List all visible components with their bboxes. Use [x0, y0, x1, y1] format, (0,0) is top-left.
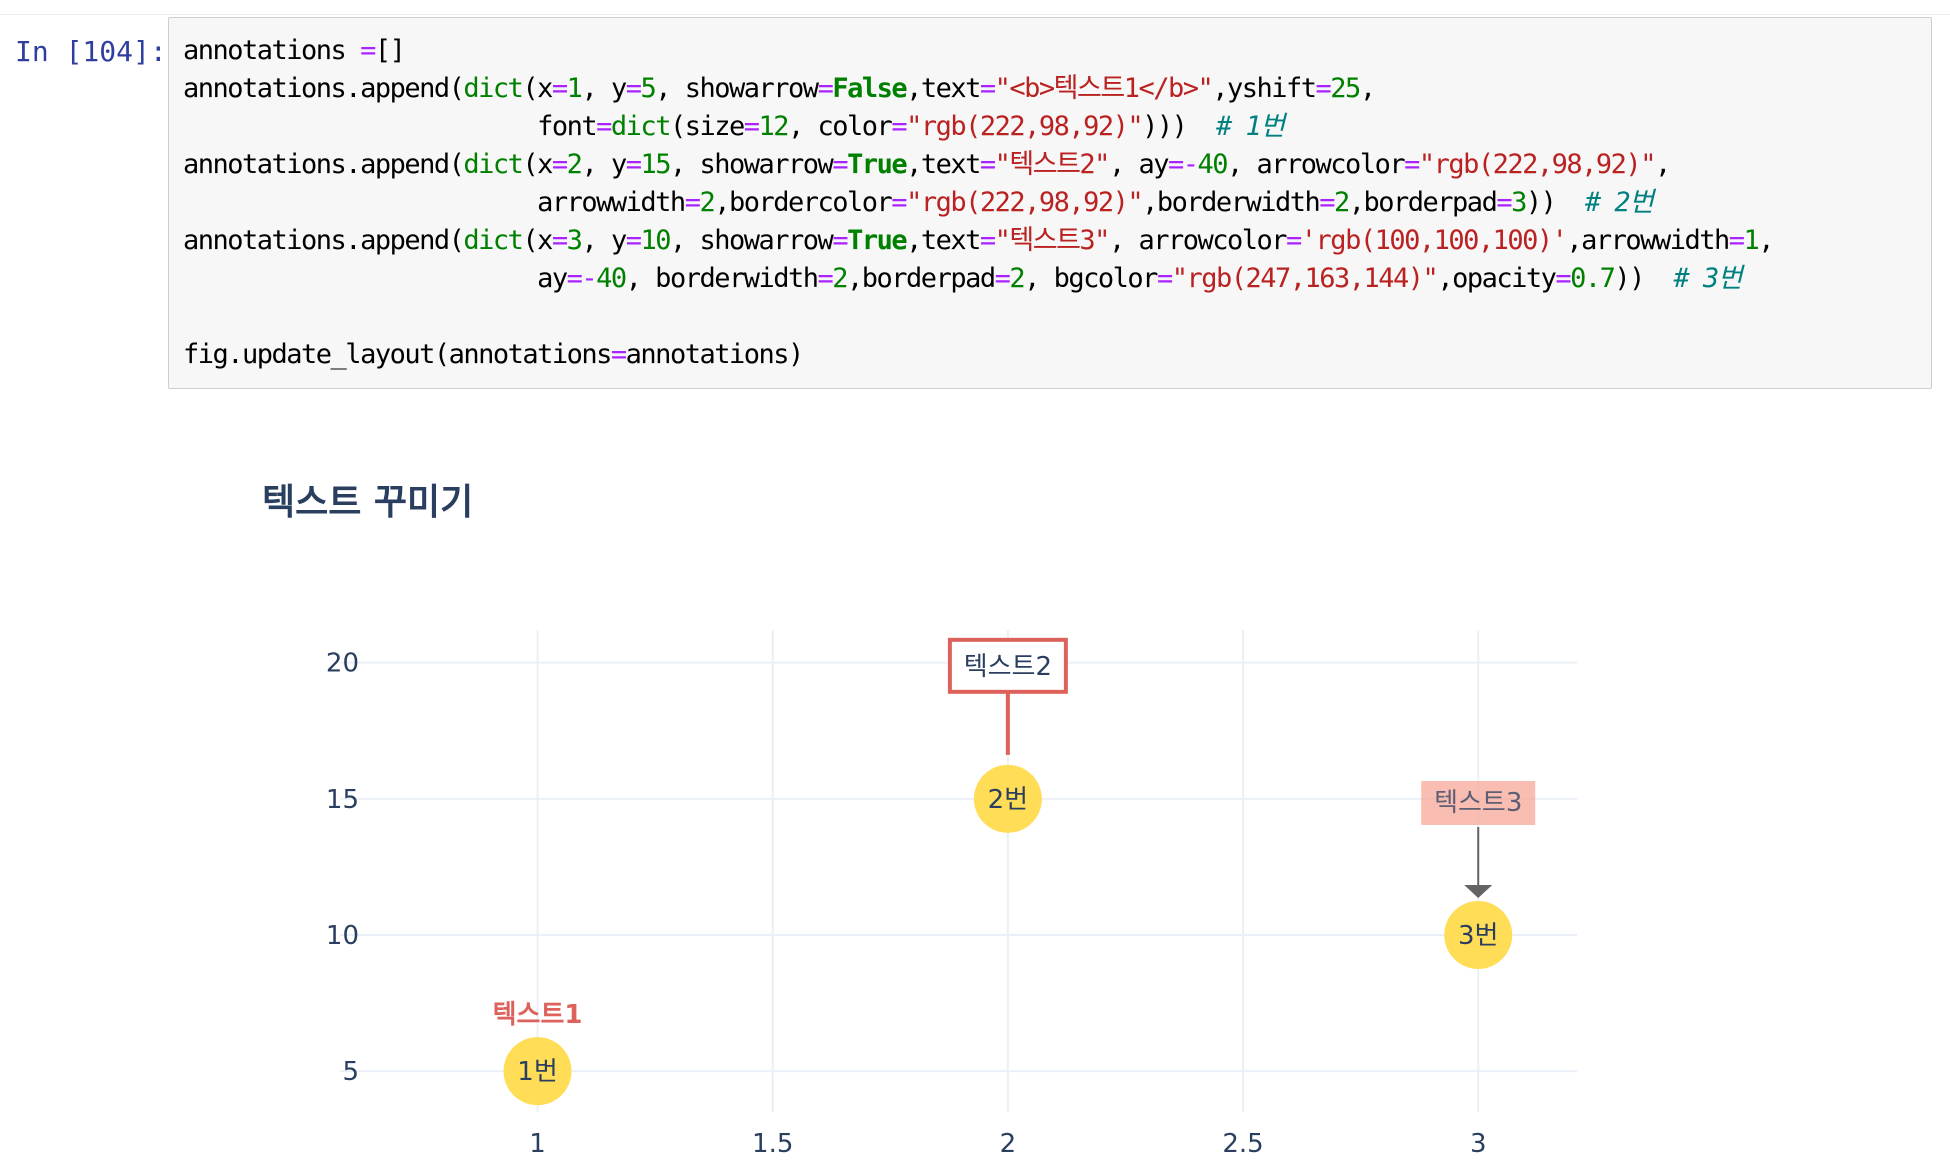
- point-label: 1번: [517, 1057, 557, 1087]
- scatter-chart: 1 1.5 2 2.5 3 5 10 15 20 텍스트1 텍스트2 텍스트3 1번 2번 3번: [326, 630, 1577, 1159]
- annotation-text: 텍스트1: [493, 1000, 583, 1030]
- y-tick-label: 15: [326, 785, 359, 815]
- x-tick-label: 3: [1470, 1129, 1487, 1159]
- point-label: 2번: [988, 785, 1028, 815]
- x-tick-label: 1: [529, 1129, 546, 1159]
- y-tick-label: 5: [342, 1057, 359, 1087]
- annotation-text: 텍스트2: [964, 652, 1052, 682]
- annotation-arrowhead: [1464, 884, 1493, 898]
- y-tick-label: 10: [326, 921, 359, 951]
- x-tick-label: 2: [1000, 1129, 1017, 1159]
- x-tick-label: 1.5: [752, 1129, 793, 1159]
- point-label: 3번: [1458, 921, 1498, 951]
- y-tick-label: 20: [326, 649, 359, 679]
- x-tick-label: 2.5: [1222, 1129, 1263, 1159]
- annotation-text: 텍스트3: [1434, 788, 1522, 818]
